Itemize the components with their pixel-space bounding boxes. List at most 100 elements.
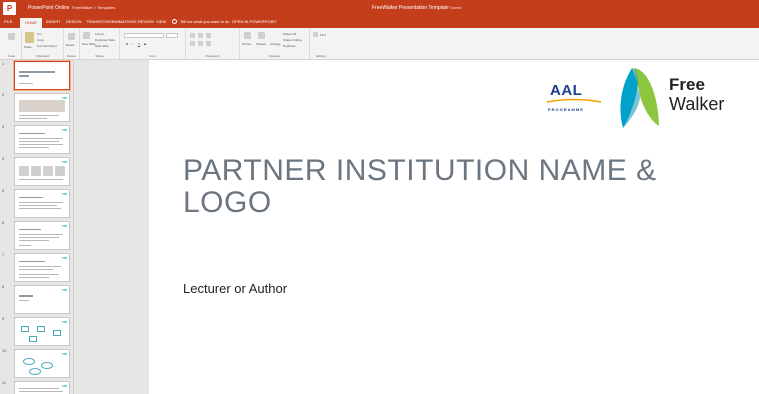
align-left-icon[interactable] xyxy=(190,41,195,46)
font-size-input[interactable] xyxy=(166,33,178,38)
slide-thumbnail-3[interactable]: FW xyxy=(14,125,70,154)
thumbnail-diagram-box xyxy=(29,336,37,342)
undo-label: Undo xyxy=(7,54,16,58)
format-painter-button[interactable]: Format Painter xyxy=(37,44,57,48)
thumbnail-diagram-box xyxy=(21,326,29,332)
new-slide-icon[interactable] xyxy=(83,32,90,39)
tab-home[interactable]: HOME xyxy=(20,18,42,28)
indent-icon[interactable] xyxy=(206,33,211,38)
undo-group: Undo xyxy=(2,29,22,59)
thumbnail-diagram-ellipse xyxy=(29,368,41,375)
delete-group-label: Delete xyxy=(67,54,76,58)
slide-thumbnail-10[interactable]: FW xyxy=(14,349,70,378)
tab-file[interactable]: FILE xyxy=(4,19,12,24)
slide-thumbnail-4[interactable]: FW xyxy=(14,157,70,186)
find-icon[interactable] xyxy=(313,32,318,37)
arrange-button[interactable]: Arrange xyxy=(270,42,281,46)
aal-swoosh-icon xyxy=(546,98,602,103)
slide-thumbnails-pane[interactable]: 1 2 FW 3 FW 4 FW 5 FW 6 FW 7 FW 8 FW 9 F… xyxy=(0,60,74,394)
shapes-button[interactable]: Shapes xyxy=(256,42,266,46)
thumbnail-logo: FW xyxy=(62,192,67,196)
freewalker-mark-icon[interactable] xyxy=(614,66,662,129)
cut-button[interactable]: Cut xyxy=(37,32,42,36)
title-bar: P PowerPoint Online FreeWalker > Templat… xyxy=(0,0,759,17)
aal-programme-text: PROGRAMME xyxy=(548,107,584,112)
duplicate-slide-button[interactable]: Duplicate Slide xyxy=(95,38,115,42)
shape-fill-button[interactable]: Shape Fill xyxy=(283,32,296,36)
align-center-icon[interactable] xyxy=(198,41,203,46)
thumbnail-number: 6 xyxy=(2,220,5,225)
delete-icon[interactable] xyxy=(68,33,75,40)
new-slide-button[interactable]: New Slide xyxy=(82,42,96,46)
slide-thumbnail-2[interactable]: FW xyxy=(14,93,70,122)
underline-button[interactable]: U xyxy=(138,42,140,46)
strikethrough-button[interactable]: S xyxy=(144,42,146,46)
thumbnail-title-line xyxy=(19,75,29,77)
thumbnail-text-line xyxy=(19,266,61,267)
slide-thumbnail-8[interactable]: FW xyxy=(14,285,70,314)
slide-thumbnail-6[interactable]: FW xyxy=(14,221,70,250)
thumbnail-number: 2 xyxy=(2,92,5,97)
thumbnail-text-line xyxy=(19,237,59,238)
thumbnail-number: 5 xyxy=(2,188,5,193)
picture-button[interactable]: Picture xyxy=(242,42,251,46)
slide-thumbnail-5[interactable]: FW xyxy=(14,189,70,218)
paste-button[interactable]: Paste xyxy=(24,45,32,49)
thumbnail-text-line xyxy=(19,300,29,301)
tell-me-box[interactable]: Tell me what you want to do xyxy=(180,19,229,24)
shapes-icon[interactable] xyxy=(258,32,265,39)
app-name[interactable]: PowerPoint Online xyxy=(28,5,69,11)
thumbnail-text-line xyxy=(19,261,45,262)
find-button[interactable]: Find xyxy=(320,33,326,37)
slide-title[interactable]: PARTNER INSTITUTION NAME & LOGO xyxy=(183,155,703,219)
bullets-icon[interactable] xyxy=(190,33,195,38)
slide-author[interactable]: Lecturer or Author xyxy=(183,281,287,296)
thumbnail-photo xyxy=(55,166,65,176)
slides-group-label: Slides xyxy=(95,54,104,58)
duplicate-button[interactable]: Duplicate xyxy=(283,44,296,48)
numbering-icon[interactable] xyxy=(198,33,203,38)
layout-button[interactable]: Layout xyxy=(95,32,104,36)
thumbnail-text-line xyxy=(19,234,63,235)
tab-view[interactable]: VIEW xyxy=(156,19,166,24)
thumbnail-number: 1 xyxy=(2,61,5,66)
thumbnail-logo: FW xyxy=(62,320,67,324)
aal-logo-text: AAL xyxy=(550,82,583,99)
document-title[interactable]: FreeWalker Presentation Template xyxy=(372,5,449,11)
shape-outline-button[interactable]: Shape Outline xyxy=(283,38,302,42)
paste-icon[interactable] xyxy=(25,32,34,43)
breadcrumb[interactable]: FreeWalker > Templates xyxy=(72,5,115,10)
hide-slide-button[interactable]: Hide Slide xyxy=(95,44,109,48)
tab-insert[interactable]: INSERT xyxy=(46,19,61,24)
delete-button[interactable]: Delete xyxy=(66,43,75,47)
bold-button[interactable]: B xyxy=(126,42,128,46)
powerpoint-icon[interactable]: P xyxy=(3,2,16,15)
slide-thumbnail-9[interactable]: FW xyxy=(14,317,70,346)
open-in-desktop-button[interactable]: OPEN IN POWERPOINT xyxy=(232,19,277,24)
aal-programme-logo[interactable]: AAL PROGRAMME xyxy=(545,80,605,120)
thumbnail-text-line xyxy=(19,83,33,84)
slide-thumbnail-11[interactable]: FW xyxy=(14,381,70,394)
thumbnail-text-line xyxy=(19,118,47,119)
tab-design[interactable]: DESIGN xyxy=(66,19,81,24)
thumbnail-photo xyxy=(31,166,41,176)
thumbnail-logo: FW xyxy=(62,352,67,356)
slide-canvas[interactable]: AAL PROGRAMME Free Walker PARTNER INSTIT… xyxy=(149,60,759,394)
italic-button[interactable]: I xyxy=(132,42,133,46)
slide-thumbnail-1[interactable] xyxy=(14,61,70,90)
slide-thumbnail-7[interactable]: FW xyxy=(14,253,70,282)
font-group: B I U S Font xyxy=(120,29,186,59)
undo-icon[interactable] xyxy=(8,33,15,40)
thumbnail-number: 9 xyxy=(2,316,5,321)
thumbnail-photo xyxy=(19,100,65,112)
lightbulb-icon[interactable] xyxy=(172,19,177,24)
ribbon-tabs: FILE HOME INSERT DESIGN TRANSITIONS ANIM… xyxy=(0,17,759,28)
thumbnail-logo: FW xyxy=(62,288,67,292)
tab-review[interactable]: REVIEW xyxy=(138,19,154,24)
align-right-icon[interactable] xyxy=(206,41,211,46)
tab-animations[interactable]: ANIMATIONS xyxy=(112,19,137,24)
font-name-input[interactable] xyxy=(124,33,164,38)
picture-icon[interactable] xyxy=(244,32,251,39)
copy-button[interactable]: Copy xyxy=(37,38,44,42)
tab-transitions[interactable]: TRANSITIONS xyxy=(86,19,113,24)
